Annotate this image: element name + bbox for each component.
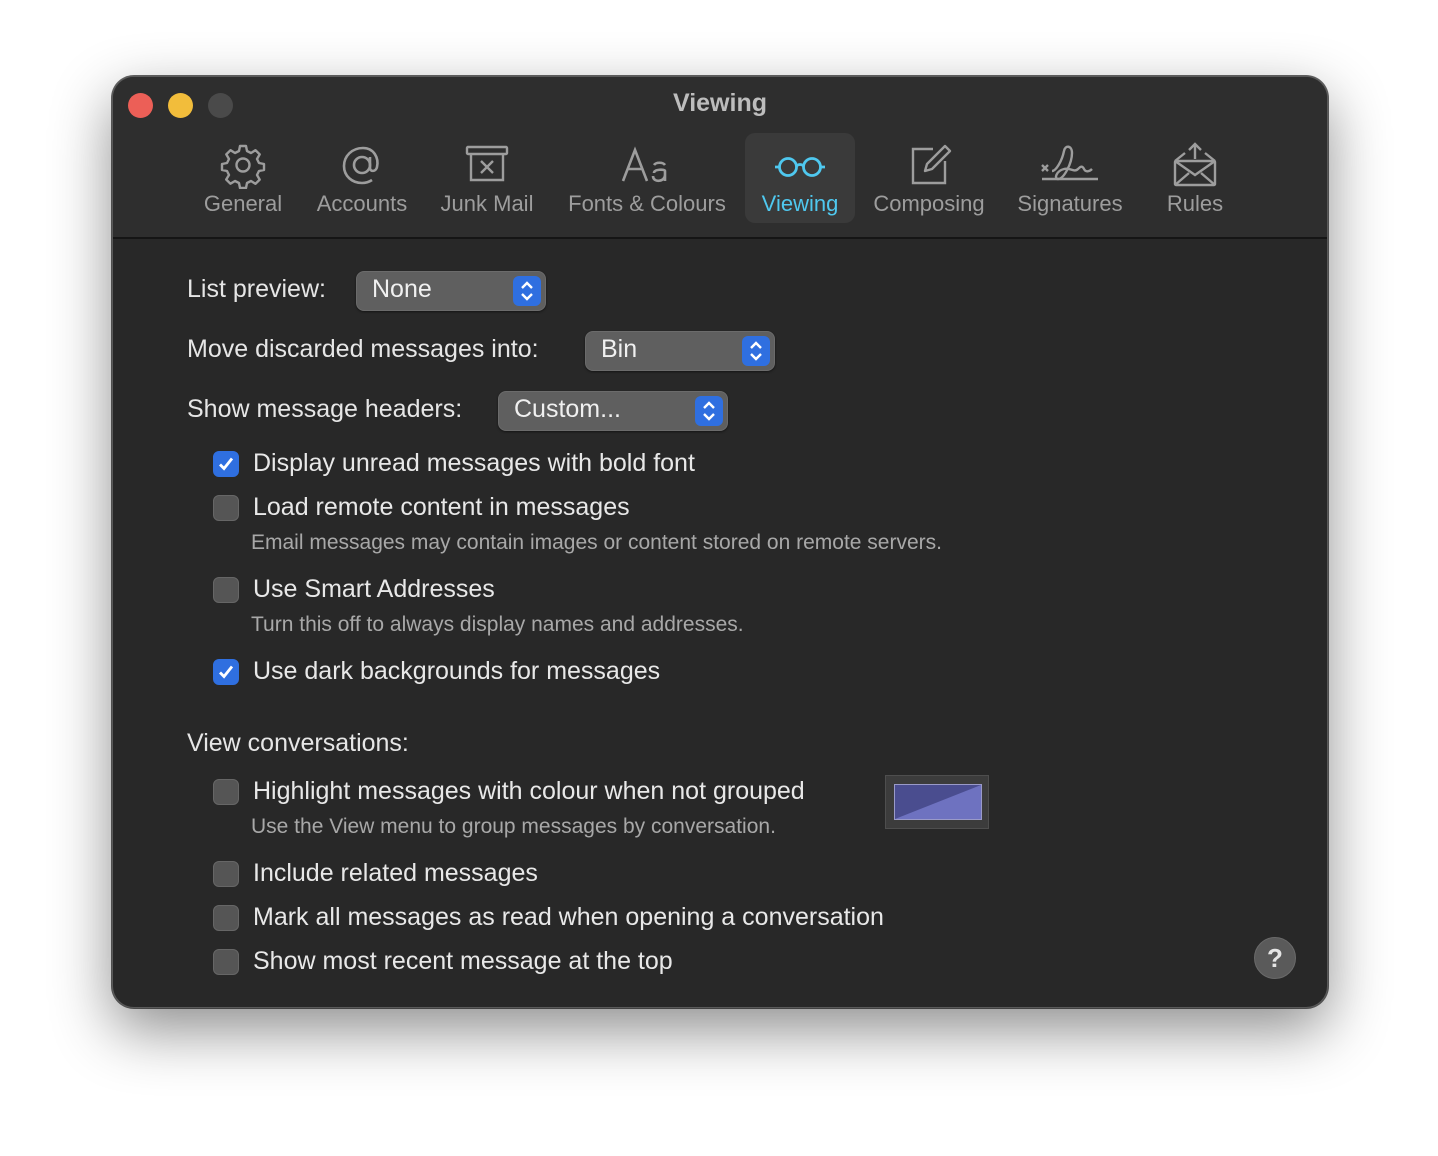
window-title: Viewing bbox=[672, 89, 767, 117]
junk-icon bbox=[465, 145, 509, 182]
gear-icon bbox=[220, 144, 266, 189]
chevron-updown-icon bbox=[513, 276, 541, 306]
tab-label: Signatures bbox=[1017, 191, 1123, 216]
tab-label: Junk Mail bbox=[440, 191, 534, 216]
discarded-label: Move discarded messages into: bbox=[187, 335, 539, 363]
list-preview-label: List preview: bbox=[187, 275, 326, 303]
dark-backgrounds-checkbox[interactable] bbox=[213, 659, 239, 685]
chevron-updown-icon bbox=[695, 396, 723, 426]
titlebar: Viewing General Accounts Junk Mail Fonts… bbox=[113, 77, 1327, 239]
tab-label: Rules bbox=[1166, 191, 1224, 216]
tab-label: Viewing bbox=[761, 191, 839, 216]
remote-content-checkbox[interactable] bbox=[213, 495, 239, 521]
highlight-colour-well[interactable] bbox=[885, 775, 989, 829]
bold-unread-checkbox[interactable] bbox=[213, 451, 239, 477]
checkmark-icon bbox=[219, 665, 234, 679]
at-icon bbox=[342, 146, 379, 185]
related-messages-checkbox[interactable] bbox=[213, 861, 239, 887]
mark-read-label: Mark all messages as read when opening a… bbox=[253, 903, 884, 931]
list-preview-popup[interactable]: None bbox=[356, 271, 546, 311]
fonts-icon bbox=[621, 146, 667, 183]
highlight-hint: Use the View menu to group messages by c… bbox=[251, 815, 776, 838]
compose-icon bbox=[911, 144, 952, 185]
tab-label: General bbox=[203, 191, 283, 216]
highlight-label: Highlight messages with colour when not … bbox=[253, 777, 805, 805]
smart-addresses-label: Use Smart Addresses bbox=[253, 575, 495, 603]
remote-content-hint: Email messages may contain images or con… bbox=[251, 531, 942, 554]
recent-top-checkbox[interactable] bbox=[213, 949, 239, 975]
tab-label: Fonts & Colours bbox=[568, 191, 726, 216]
popup-value: Bin bbox=[601, 335, 638, 363]
popup-value: Custom... bbox=[514, 395, 621, 423]
tab-accounts[interactable]: Accounts bbox=[309, 133, 415, 223]
headers-label: Show message headers: bbox=[187, 395, 463, 423]
tab-junk-mail[interactable]: Junk Mail bbox=[431, 133, 543, 223]
related-messages-label: Include related messages bbox=[253, 859, 538, 887]
mail-settings-window: Viewing General Accounts Junk Mail Fonts… bbox=[112, 76, 1328, 1008]
chevron-updown-icon bbox=[742, 336, 770, 366]
preferences-toolbar: General Accounts Junk Mail Fonts & Colou… bbox=[113, 133, 1327, 227]
checkmark-icon bbox=[219, 457, 234, 471]
discarded-popup[interactable]: Bin bbox=[585, 331, 775, 371]
bold-unread-label: Display unread messages with bold font bbox=[253, 449, 695, 477]
smart-addresses-checkbox[interactable] bbox=[213, 577, 239, 603]
viewing-pane: List preview: None Move discarded messag… bbox=[113, 239, 1327, 1007]
popup-value: None bbox=[372, 275, 432, 303]
remote-content-label: Load remote content in messages bbox=[253, 493, 630, 521]
tab-rules[interactable]: Rules bbox=[1149, 133, 1241, 223]
tab-general[interactable]: General bbox=[195, 133, 291, 223]
glasses-icon bbox=[775, 157, 825, 177]
tab-signatures[interactable]: Signatures bbox=[1009, 133, 1131, 223]
smart-addresses-hint: Turn this off to always display names an… bbox=[251, 613, 744, 636]
rules-icon bbox=[1173, 142, 1217, 187]
signature-icon bbox=[1041, 145, 1098, 181]
tab-label: Accounts bbox=[316, 191, 408, 216]
tab-composing[interactable]: Composing bbox=[867, 133, 991, 223]
conversations-title: View conversations: bbox=[187, 729, 409, 757]
dark-backgrounds-label: Use dark backgrounds for messages bbox=[253, 657, 661, 685]
tab-viewing[interactable]: Viewing bbox=[745, 133, 855, 223]
tab-fonts-colours[interactable]: Fonts & Colours bbox=[559, 133, 735, 223]
highlight-checkbox[interactable] bbox=[213, 779, 239, 805]
tab-label: Composing bbox=[873, 191, 985, 216]
headers-popup[interactable]: Custom... bbox=[498, 391, 728, 431]
recent-top-label: Show most recent message at the top bbox=[253, 947, 673, 975]
mark-read-checkbox[interactable] bbox=[213, 905, 239, 931]
help-button[interactable]: ? bbox=[1254, 937, 1296, 979]
